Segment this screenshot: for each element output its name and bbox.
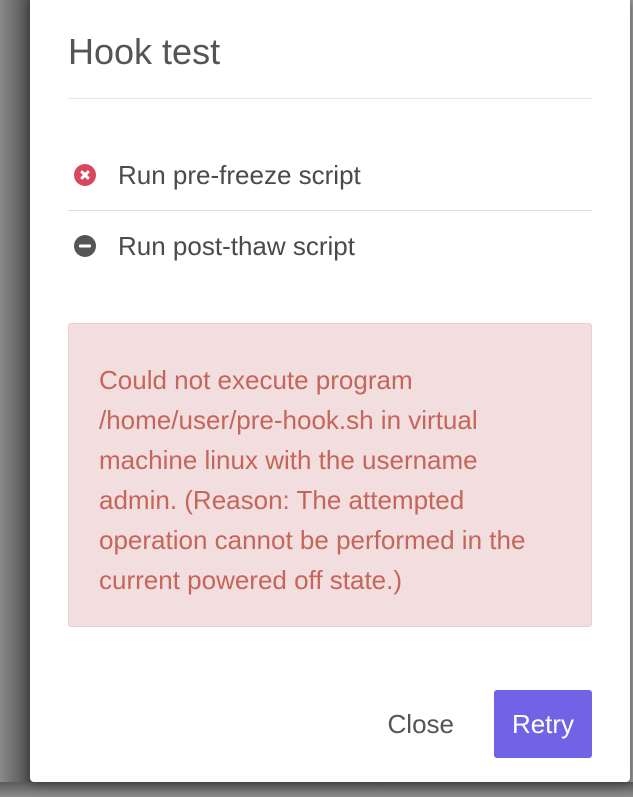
error-message: Could not execute program /home/user/pre… <box>99 365 526 595</box>
minus-circle-icon <box>74 235 96 257</box>
dialog-footer: Close Retry <box>366 690 592 758</box>
hook-test-dialog: Hook test Run pre-freeze script Run post… <box>30 0 630 782</box>
step-label: Run post-thaw script <box>118 231 355 261</box>
modal-backdrop-bottom <box>0 782 633 797</box>
hook-steps-list: Run pre-freeze script Run post-thaw scri… <box>68 140 592 281</box>
dialog-title: Hook test <box>68 31 221 72</box>
step-pre-freeze: Run pre-freeze script <box>68 140 592 210</box>
error-circle-icon <box>74 164 96 186</box>
title-divider <box>68 98 592 99</box>
step-label: Run pre-freeze script <box>118 160 361 190</box>
step-post-thaw: Run post-thaw script <box>68 210 592 281</box>
close-button[interactable]: Close <box>366 690 476 758</box>
retry-button[interactable]: Retry <box>494 690 592 758</box>
error-alert: Could not execute program /home/user/pre… <box>68 323 592 627</box>
